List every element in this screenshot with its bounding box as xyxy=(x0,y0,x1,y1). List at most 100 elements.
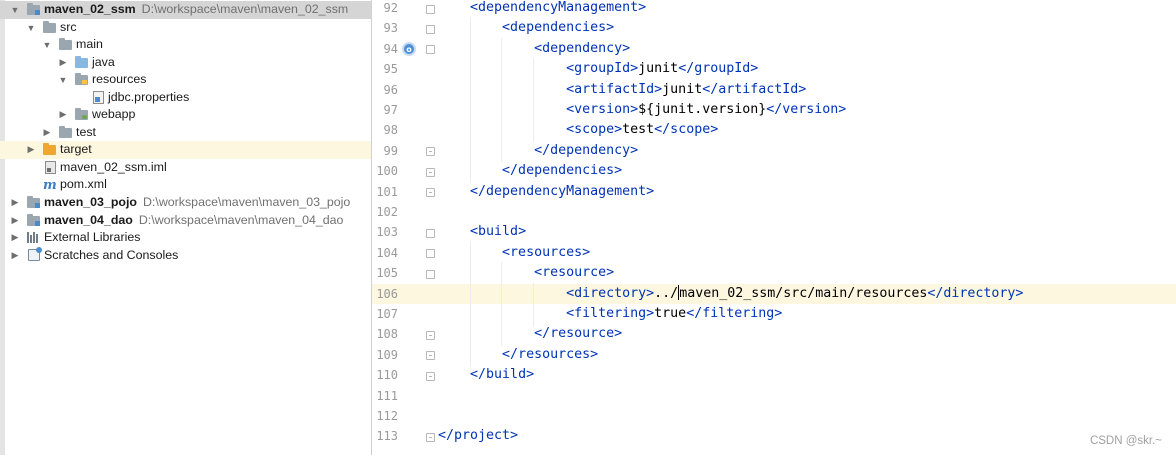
tree-item-src[interactable]: ▼ src xyxy=(0,19,371,37)
tree-item-label: maven_03_pojo xyxy=(44,195,137,209)
tree-item-label: pom.xml xyxy=(60,177,107,191)
fold-marker-icon[interactable] xyxy=(426,270,435,279)
line-number: 96 xyxy=(383,82,398,97)
code-line: </dependency> xyxy=(438,141,638,161)
xml-tag: </dependency> xyxy=(534,142,639,158)
tree-item-java[interactable]: ▶ java xyxy=(0,54,371,72)
fold-end-icon[interactable] xyxy=(426,188,435,197)
tree-item-pom-xml[interactable]: m pom.xml xyxy=(0,176,371,194)
tree-item-iml[interactable]: maven_02_ssm.iml xyxy=(0,159,371,177)
tree-item-webapp[interactable]: ▶ webapp xyxy=(0,106,371,124)
fold-end-icon[interactable] xyxy=(426,331,435,340)
chevron-down-icon[interactable]: ▼ xyxy=(26,22,36,34)
xml-tag: <resources> xyxy=(502,244,591,260)
xml-tag: </resources> xyxy=(502,346,599,362)
fold-marker-icon[interactable] xyxy=(426,249,435,258)
chevron-down-icon[interactable]: ▼ xyxy=(10,4,20,16)
xml-tag: </resource> xyxy=(534,326,623,342)
tree-item-label: External Libraries xyxy=(44,230,141,244)
tree-item-label: jdbc.properties xyxy=(108,90,190,104)
chevron-down-icon[interactable]: ▼ xyxy=(58,74,68,86)
line-number: 102 xyxy=(376,205,398,219)
fold-end-icon[interactable] xyxy=(426,168,435,177)
tree-item-scratches[interactable]: ▶ Scratches and Consoles xyxy=(0,247,371,265)
xml-close-tag: </filtering> xyxy=(686,306,783,321)
tree-item-maven-02-ssm[interactable]: ▼ maven_02_ssm D:\workspace\maven\maven_0… xyxy=(0,1,371,19)
chevron-right-icon[interactable]: ▶ xyxy=(10,250,20,262)
chevron-right-icon[interactable]: ▶ xyxy=(58,57,68,69)
tree-item-maven-03-pojo[interactable]: ▶ maven_03_pojo D:\workspace\maven\maven_… xyxy=(0,194,371,212)
module-folder-icon xyxy=(27,3,41,16)
xml-tag: <dependencies> xyxy=(502,20,615,36)
code-line: <scope>test</scope> xyxy=(438,120,718,140)
folder-icon xyxy=(59,126,73,139)
tree-item-main[interactable]: ▼ main xyxy=(0,36,371,54)
xml-tag: <dependency> xyxy=(534,40,631,56)
chevron-right-icon[interactable]: ▶ xyxy=(10,232,20,244)
tree-item-external-libraries[interactable]: ▶ External Libraries xyxy=(0,229,371,247)
code-line: <version>${junit.version}</version> xyxy=(438,100,846,120)
override-marker-icon[interactable]: o xyxy=(402,42,416,56)
xml-text: maven_02_ssm/src/main/resources xyxy=(679,285,928,301)
tree-item-label: maven_02_ssm.iml xyxy=(60,160,167,174)
code-line: <groupId>junit</groupId> xyxy=(438,59,758,79)
fold-end-icon[interactable] xyxy=(426,372,435,381)
line-number: 112 xyxy=(376,409,398,423)
java-source-folder-icon xyxy=(75,56,89,69)
module-path: D:\workspace\maven\maven_04_dao xyxy=(138,213,344,227)
code-line: </build> xyxy=(438,365,534,385)
xml-open-tag: <version> xyxy=(566,102,639,117)
xml-tag: <build> xyxy=(470,224,527,240)
chevron-right-icon[interactable]: ▶ xyxy=(10,215,20,227)
fold-marker-icon[interactable] xyxy=(426,5,435,14)
line-number: 111 xyxy=(376,388,398,403)
tree-item-target[interactable]: ▶ target xyxy=(0,141,371,159)
fold-end-icon[interactable] xyxy=(426,433,435,442)
fold-marker-icon[interactable] xyxy=(426,45,435,54)
tree-item-test[interactable]: ▶ test xyxy=(0,124,371,142)
line-number: 97 xyxy=(383,103,398,117)
line-number: 107 xyxy=(376,307,398,321)
xml-tag: <resource> xyxy=(534,265,615,281)
tree-item-label: test xyxy=(76,125,96,139)
tree-item-resources[interactable]: ▼ resources xyxy=(0,71,371,89)
line-number: 105 xyxy=(376,266,398,281)
resources-folder-icon xyxy=(75,73,89,86)
chevron-right-icon[interactable]: ▶ xyxy=(42,127,52,139)
chevron-right-icon[interactable]: ▶ xyxy=(10,197,20,209)
xml-open-tag: <scope> xyxy=(566,122,623,138)
code-line: </dependencyManagement> xyxy=(438,182,654,202)
watermark: CSDN @skr.~ xyxy=(1089,435,1162,447)
xml-open-tag: <groupId> xyxy=(566,61,639,77)
module-folder-icon xyxy=(27,196,41,209)
xml-open-tag: <filtering> xyxy=(566,306,655,321)
xml-tag: </build> xyxy=(470,367,535,383)
tree-item-label: webapp xyxy=(92,107,136,121)
fold-marker-icon[interactable] xyxy=(426,25,435,34)
tree-item-maven-04-dao[interactable]: ▶ maven_04_dao D:\workspace\maven\maven_0… xyxy=(0,212,371,230)
line-number: 103 xyxy=(376,225,398,240)
chevron-right-icon[interactable]: ▶ xyxy=(58,109,68,121)
fold-end-icon[interactable] xyxy=(426,351,435,360)
folder-icon xyxy=(59,38,73,51)
xml-text: junit xyxy=(638,61,679,77)
chevron-down-icon[interactable]: ▼ xyxy=(42,39,52,51)
fold-end-icon[interactable] xyxy=(426,147,435,156)
tree-item-label: src xyxy=(60,20,77,34)
code-line: <artifactId>junit</artifactId> xyxy=(438,80,806,100)
xml-close-tag: </artifactId> xyxy=(702,81,807,97)
line-number: 113 xyxy=(376,429,398,444)
fold-marker-icon[interactable] xyxy=(426,229,435,238)
maven-pom-icon: m xyxy=(43,178,57,193)
tree-item-jdbc-properties[interactable]: jdbc.properties xyxy=(0,89,371,107)
library-icon xyxy=(27,232,41,244)
line-number: 100 xyxy=(376,164,398,179)
code-line: <dependencies> xyxy=(438,18,614,38)
code-line: </dependencies> xyxy=(438,161,622,181)
line-number: 93 xyxy=(383,21,398,36)
code-line: </project> xyxy=(438,426,518,446)
module-path: D:\workspace\maven\maven_03_pojo xyxy=(142,195,351,209)
web-folder-icon xyxy=(75,108,89,121)
chevron-right-icon[interactable]: ▶ xyxy=(26,144,36,156)
module-path: D:\workspace\maven\maven_02_ssm xyxy=(141,2,349,16)
